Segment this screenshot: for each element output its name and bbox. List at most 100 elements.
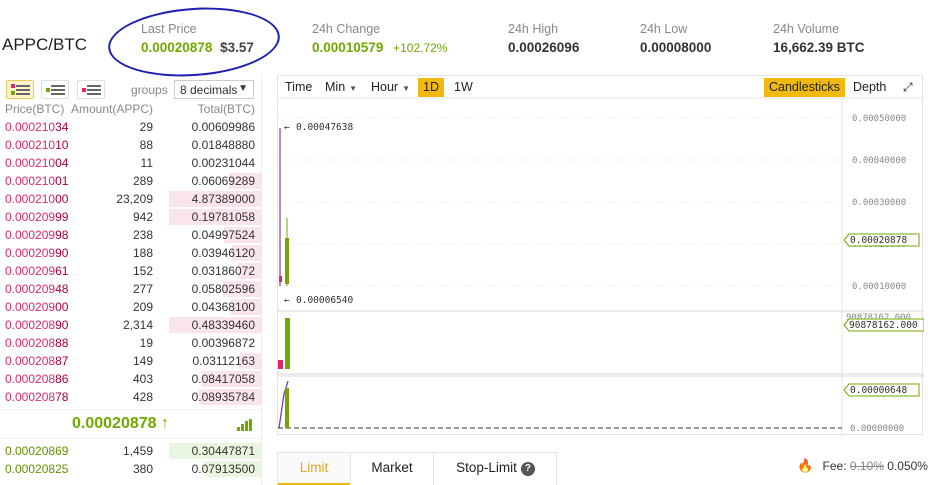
col-price: Price(BTC) bbox=[5, 102, 65, 116]
order-book-row[interactable]: 0.00021010 88 0.01848880 bbox=[0, 136, 261, 154]
order-book-row[interactable]: 0.00020990 188 0.03946120 bbox=[0, 244, 261, 262]
row-amount: 289 bbox=[132, 174, 153, 188]
help-icon[interactable]: ? bbox=[520, 462, 535, 476]
row-price: 0.00020887 bbox=[5, 352, 68, 370]
fee-label: Fee: bbox=[822, 459, 847, 473]
price-suffix: 90 bbox=[55, 246, 69, 260]
pair-title: APPC/BTC bbox=[2, 35, 88, 54]
row-amount: 19 bbox=[139, 336, 153, 350]
price-chart[interactable]: 0.00050000 0.00040000 0.00030000 0.00020… bbox=[277, 75, 924, 436]
order-book-row[interactable]: 0.00020878 428 0.08935784 bbox=[0, 388, 261, 406]
decimals-value: 8 decimals bbox=[180, 83, 238, 97]
tab-market[interactable]: Market bbox=[350, 453, 433, 485]
order-book-row[interactable]: 0.00020900 209 0.04368100 bbox=[0, 298, 261, 316]
y-label: 0.00030000 bbox=[852, 198, 906, 208]
fee-new: 0.050% bbox=[887, 459, 928, 473]
row-amount: 277 bbox=[132, 282, 153, 296]
price-suffix: 34 bbox=[55, 120, 69, 134]
view-asks-button[interactable] bbox=[77, 80, 105, 99]
price-prefix: 0.000208 bbox=[5, 318, 56, 332]
high-stat: 24h High 0.00026096 bbox=[508, 22, 579, 55]
row-price: 0.00020999 bbox=[5, 208, 68, 226]
change-value: 0.00010579 bbox=[312, 40, 384, 55]
candle-up bbox=[285, 238, 289, 284]
view-bids-button[interactable] bbox=[41, 80, 69, 99]
order-book-row[interactable]: 0.00021034 29 0.00609986 bbox=[0, 118, 261, 136]
low-value: 0.00008000 bbox=[640, 40, 712, 55]
price-prefix: 0.000210 bbox=[5, 138, 56, 152]
order-book-row[interactable]: 0.00021000 23,209 4.87389000 bbox=[0, 190, 261, 208]
change-stat: 24h Change 0.00010579 +102.72% bbox=[312, 22, 447, 55]
row-amount: 942 bbox=[132, 210, 153, 224]
chart-min-dropdown[interactable]: Min ▼ bbox=[320, 78, 363, 97]
last-price-tag-text: 0.00020878 bbox=[850, 235, 907, 246]
order-book-row[interactable]: 0.00020948 277 0.05802596 bbox=[0, 280, 261, 298]
row-price: 0.00020948 bbox=[5, 280, 68, 298]
price-prefix: 0.000210 bbox=[5, 192, 56, 206]
price-prefix: 0.000210 bbox=[5, 174, 56, 188]
order-book-row[interactable]: 0.00021004 11 0.00231044 bbox=[0, 154, 261, 172]
caret-down-icon: ▼ bbox=[238, 83, 248, 94]
min-label: Min bbox=[325, 80, 346, 94]
row-total: 0.03112163 bbox=[192, 354, 255, 368]
stop-limit-label: Stop-Limit bbox=[456, 460, 517, 475]
fullscreen-icon[interactable]: ⤢ bbox=[898, 78, 918, 97]
high-arrow-icon: ← bbox=[284, 122, 290, 133]
tab-stop-limit[interactable]: Stop-Limit? bbox=[433, 453, 557, 485]
price-prefix: 0.000209 bbox=[5, 264, 56, 278]
order-book: groups 8 decimals ▼ Price(BTC) Amount(AP… bbox=[0, 76, 262, 485]
col-total: Total(BTC) bbox=[197, 102, 255, 116]
price-prefix: 0.000208 bbox=[5, 390, 56, 404]
row-amount: 2,314 bbox=[122, 318, 153, 332]
chart-candlesticks-tab[interactable]: Candlesticks bbox=[764, 78, 845, 97]
chart-time-button[interactable]: Time bbox=[280, 78, 318, 97]
row-price: 0.00020869 bbox=[5, 442, 68, 460]
row-price: 0.00020998 bbox=[5, 226, 68, 244]
order-book-row[interactable]: 0.00020886 403 0.08417058 bbox=[0, 370, 261, 388]
order-book-row[interactable]: 0.00020869 1,459 0.30447871 bbox=[0, 442, 261, 460]
volume-bar-down bbox=[278, 360, 283, 369]
order-book-row[interactable]: 0.00021001 289 0.06069289 bbox=[0, 172, 261, 190]
row-amount: 149 bbox=[132, 354, 153, 368]
chart-1w-button[interactable]: 1W bbox=[449, 78, 478, 97]
order-book-row[interactable]: 0.00020888 19 0.00396872 bbox=[0, 334, 261, 352]
row-price: 0.00020888 bbox=[5, 334, 68, 352]
book-last-price: 0.00020878 ↑ bbox=[0, 409, 261, 439]
row-total: 0.30447871 bbox=[191, 444, 255, 458]
chart-hour-dropdown[interactable]: Hour ▼ bbox=[366, 78, 416, 97]
high-label: 24h High bbox=[508, 22, 559, 36]
caret-down-icon: ▼ bbox=[402, 84, 411, 93]
row-total: 0.03946120 bbox=[191, 246, 255, 260]
price-suffix: 99 bbox=[55, 210, 69, 224]
row-amount: 428 bbox=[132, 390, 153, 404]
tab-limit[interactable]: Limit bbox=[278, 453, 350, 485]
chart-canvas[interactable]: 0.00050000 0.00040000 0.00030000 0.00020… bbox=[278, 76, 924, 436]
y-label: 0.00040000 bbox=[852, 156, 906, 166]
price-prefix: 0.000209 bbox=[5, 300, 56, 314]
line-icon bbox=[87, 89, 101, 91]
order-book-row[interactable]: 0.00020998 238 0.04997524 bbox=[0, 226, 261, 244]
volume-bar-up bbox=[285, 318, 290, 369]
row-price: 0.00021034 bbox=[5, 118, 68, 136]
signal-bars-icon bbox=[237, 419, 253, 431]
fee-info: 🔥 Fee: 0.10% 0.050% bbox=[797, 458, 928, 474]
last-price-text: 0.00020878 bbox=[72, 415, 157, 432]
row-total: 0.06069289 bbox=[191, 174, 255, 188]
chart-depth-tab[interactable]: Depth bbox=[848, 78, 892, 97]
order-book-row[interactable]: 0.00020999 942 0.19781058 bbox=[0, 208, 261, 226]
order-book-row[interactable]: 0.00020887 149 0.03112163 bbox=[0, 352, 261, 370]
decimals-select[interactable]: 8 decimals ▼ bbox=[174, 80, 254, 99]
order-book-row[interactable]: 0.00020825 380 0.07913500 bbox=[0, 460, 261, 478]
view-both-button[interactable] bbox=[6, 80, 34, 99]
row-total: 0.00231044 bbox=[191, 156, 255, 170]
order-type-tabs: Limit Market Stop-Limit? bbox=[277, 452, 557, 485]
indicator-axis-bottom: 0.00000000 bbox=[850, 424, 904, 434]
ask-marker-icon bbox=[82, 88, 86, 92]
chart-1d-button[interactable]: 1D bbox=[418, 78, 444, 97]
order-book-row[interactable]: 0.00020961 152 0.03186072 bbox=[0, 262, 261, 280]
price-suffix: 10 bbox=[55, 138, 69, 152]
row-price: 0.00021000 bbox=[5, 190, 68, 208]
row-amount: 11 bbox=[140, 156, 153, 170]
order-book-row[interactable]: 0.00020890 2,314 0.48339460 bbox=[0, 316, 261, 334]
low-arrow-icon: ← bbox=[284, 295, 290, 306]
